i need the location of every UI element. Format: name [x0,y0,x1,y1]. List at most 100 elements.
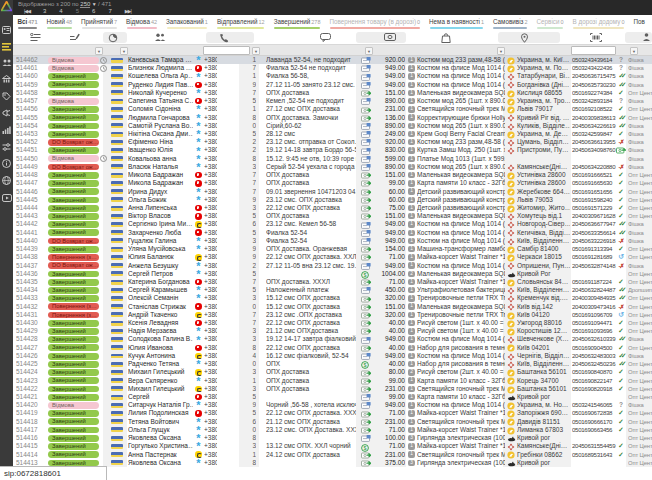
order-row[interactable]: 514436ЗавершенийСергей Петров*+3805 $100… [13,270,652,278]
client-name[interactable]: Надія Мерзаєва [128,327,193,335]
client-name[interactable]: Єфіменко Ніна [128,138,193,146]
order-row[interactable]: 514455ЗавершенийЛюдмила Гончарова*+3808О… [13,114,652,122]
tracking-number[interactable]: 0503242599847 [572,130,617,138]
pager-page-button[interactable]: 3 [43,7,46,15]
client-phone[interactable]: +380 [204,171,217,179]
order-row[interactable]: 514414ЗавершенийАнна Пастернак+380124.12… [13,451,652,459]
client-phone[interactable]: +380 [204,212,217,220]
client-name[interactable]: Андрій Ткаченко [128,311,193,319]
client-phone[interactable]: +380 [204,451,217,459]
status-badge[interactable]: Завершений [48,205,99,212]
pager-page-button[interactable]: 7 [108,7,111,15]
status-badge[interactable]: Відмова [48,57,99,64]
client-phone[interactable]: +380 [204,368,217,376]
status-badge[interactable]: Завершений [48,336,99,343]
tracking-number[interactable]: 20450634098760 [572,146,617,154]
status-badge[interactable]: Завершений [48,394,99,401]
client-name[interactable]: Канєвська Тамара … [128,56,193,64]
client-phone[interactable]: +380 [204,319,217,327]
order-row[interactable]: 514413ЗавершенийЯковлева Оксана*+3808 37… [13,459,652,467]
status-badge[interactable]: Завершений [48,451,99,458]
status-badge[interactable]: Завершений [48,188,99,195]
order-row[interactable]: 514458ЗавершенийНиколай Кучеренко*+3807О… [13,89,652,97]
status-badge[interactable]: Завершений [48,295,99,302]
order-row[interactable]: 514460ЗавершенийКошелева Ольга Ар…*+3801… [13,72,652,80]
ttn-filter-input[interactable] [571,46,616,55]
client-phone[interactable]: +380 [204,262,217,270]
status-badge[interactable]: Завершений [48,114,99,121]
tracking-number[interactable]: 20450632610339 [572,335,617,343]
status-badge[interactable]: Завершений [48,90,99,97]
status-badge[interactable]: Відмова [48,155,99,162]
status-badge[interactable]: Завершений [48,353,99,360]
tab-завершений[interactable]: Завершений278 [269,15,325,31]
order-row[interactable]: 514449DO Возврат ож…Власюк Наталья*+3803… [13,163,652,171]
client-phone[interactable]: +380 [204,303,217,311]
client-name[interactable]: Людмила Гончарова [128,114,193,122]
tab-відмова[interactable]: Відмова42 [122,15,162,31]
tracking-number[interactable]: 20400309484935 [572,294,617,302]
order-row[interactable]: 514442ЗавершенийСергієнко Ірина Ми…+3806… [13,220,652,228]
products-tag-icon[interactable] [1,90,12,101]
client-phone[interactable]: +380 [204,196,217,204]
client-name[interactable]: Радченко Тетяна [128,360,193,368]
client-name[interactable]: Гуцалюк Галина [128,237,193,245]
client-name[interactable]: Юлия Иванова [128,344,193,352]
client-phone[interactable]: +380 [204,270,217,278]
client-name[interactable]: Яковлева Оксана [128,434,193,442]
client-phone[interactable]: +380 [204,294,217,302]
tab-всі[interactable]: Всі471 [13,15,42,31]
tab-в-дорозі-додому[interactable]: В дорозі додому0 [568,15,629,31]
status-badge[interactable]: DO Возврат ож… [48,164,99,171]
client-phone[interactable]: +380 [204,327,217,335]
client-phone[interactable]: +380 [204,138,217,146]
order-row[interactable]: 514443ЗавершенийВіктор Власов+3805ОПХ до… [13,212,652,220]
order-row[interactable]: 514440DO Возврат ож…Гуцалюк Галина*+3803… [13,237,652,245]
order-row[interactable]: 514448ЗавершенийМикола Бадражан+3807ОПХ … [13,171,652,179]
status-badge[interactable]: DO Возврат ож… [48,139,99,146]
status-badge[interactable]: Завершений [48,377,99,384]
tracking-number[interactable]: 20450631554459 [572,442,617,450]
people-icon[interactable] [154,33,166,41]
status-badge[interactable]: Завершений [48,123,99,130]
video-icon[interactable] [1,192,12,203]
pager-page-current[interactable]: 5 [76,7,79,15]
client-phone[interactable]: +380 [204,426,217,434]
client-name[interactable]: Кошелева Ольга Ар… [128,72,193,80]
order-row[interactable]: 514452DO Возврат ож…Єфіменко Ніна*+38022… [13,138,652,146]
client-name[interactable]: Лилия Подолинская [128,409,193,417]
client-phone[interactable]: +380 [204,335,217,343]
client-name[interactable]: Сергієнко Ірина Ми… [128,220,193,228]
tab-сервіси[interactable]: Сервіси0 [532,15,568,31]
status-badge[interactable]: DO Возврат ож… [48,238,99,245]
tracking-number[interactable]: 0501691598240 [572,196,617,204]
company-icon[interactable] [1,73,12,84]
client-name[interactable]: Уляна Мусійовська [128,245,193,253]
filter-dropdown[interactable]: ▼ [252,47,260,55]
dashboard-icon[interactable] [1,24,12,35]
megaphone-icon[interactable] [1,107,12,118]
client-phone[interactable]: +380 [204,237,217,245]
client-phone[interactable]: +380 [204,409,217,417]
pager-first-button[interactable]: |◀◀ [24,7,30,15]
client-name[interactable]: Ксенія Левадняя [128,319,193,327]
order-row[interactable]: 514450Відмова Ковальова анна*+380815.12.… [13,155,652,163]
tracking-number[interactable]: 0501691094471 [572,319,617,327]
status-badge[interactable]: Завершений [48,81,99,88]
tracking-number[interactable]: 0501690840870 [572,368,617,376]
client-phone[interactable]: +380 [204,311,217,319]
client-phone[interactable]: +380 [204,130,217,138]
status-badge[interactable]: Завершений [48,361,99,368]
clients-icon[interactable] [1,57,12,68]
tracking-number[interactable]: 20450636613955 [572,138,617,146]
status-badge[interactable]: Завершений [48,147,99,154]
client-name[interactable]: Анна Пастернак [128,451,193,459]
client-phone[interactable]: +380 [204,89,217,97]
client-phone[interactable]: +380 [204,163,217,171]
client-name[interactable]: Кучук Антонина [128,352,193,360]
client-phone[interactable]: +380 [204,146,217,154]
tracking-number[interactable]: 0501690904500 [572,344,617,352]
barcode-icon[interactable] [590,33,602,42]
tracking-number[interactable]: 20400309838613 [572,114,617,122]
tracking-number[interactable]: 0501690820918 [572,385,617,393]
